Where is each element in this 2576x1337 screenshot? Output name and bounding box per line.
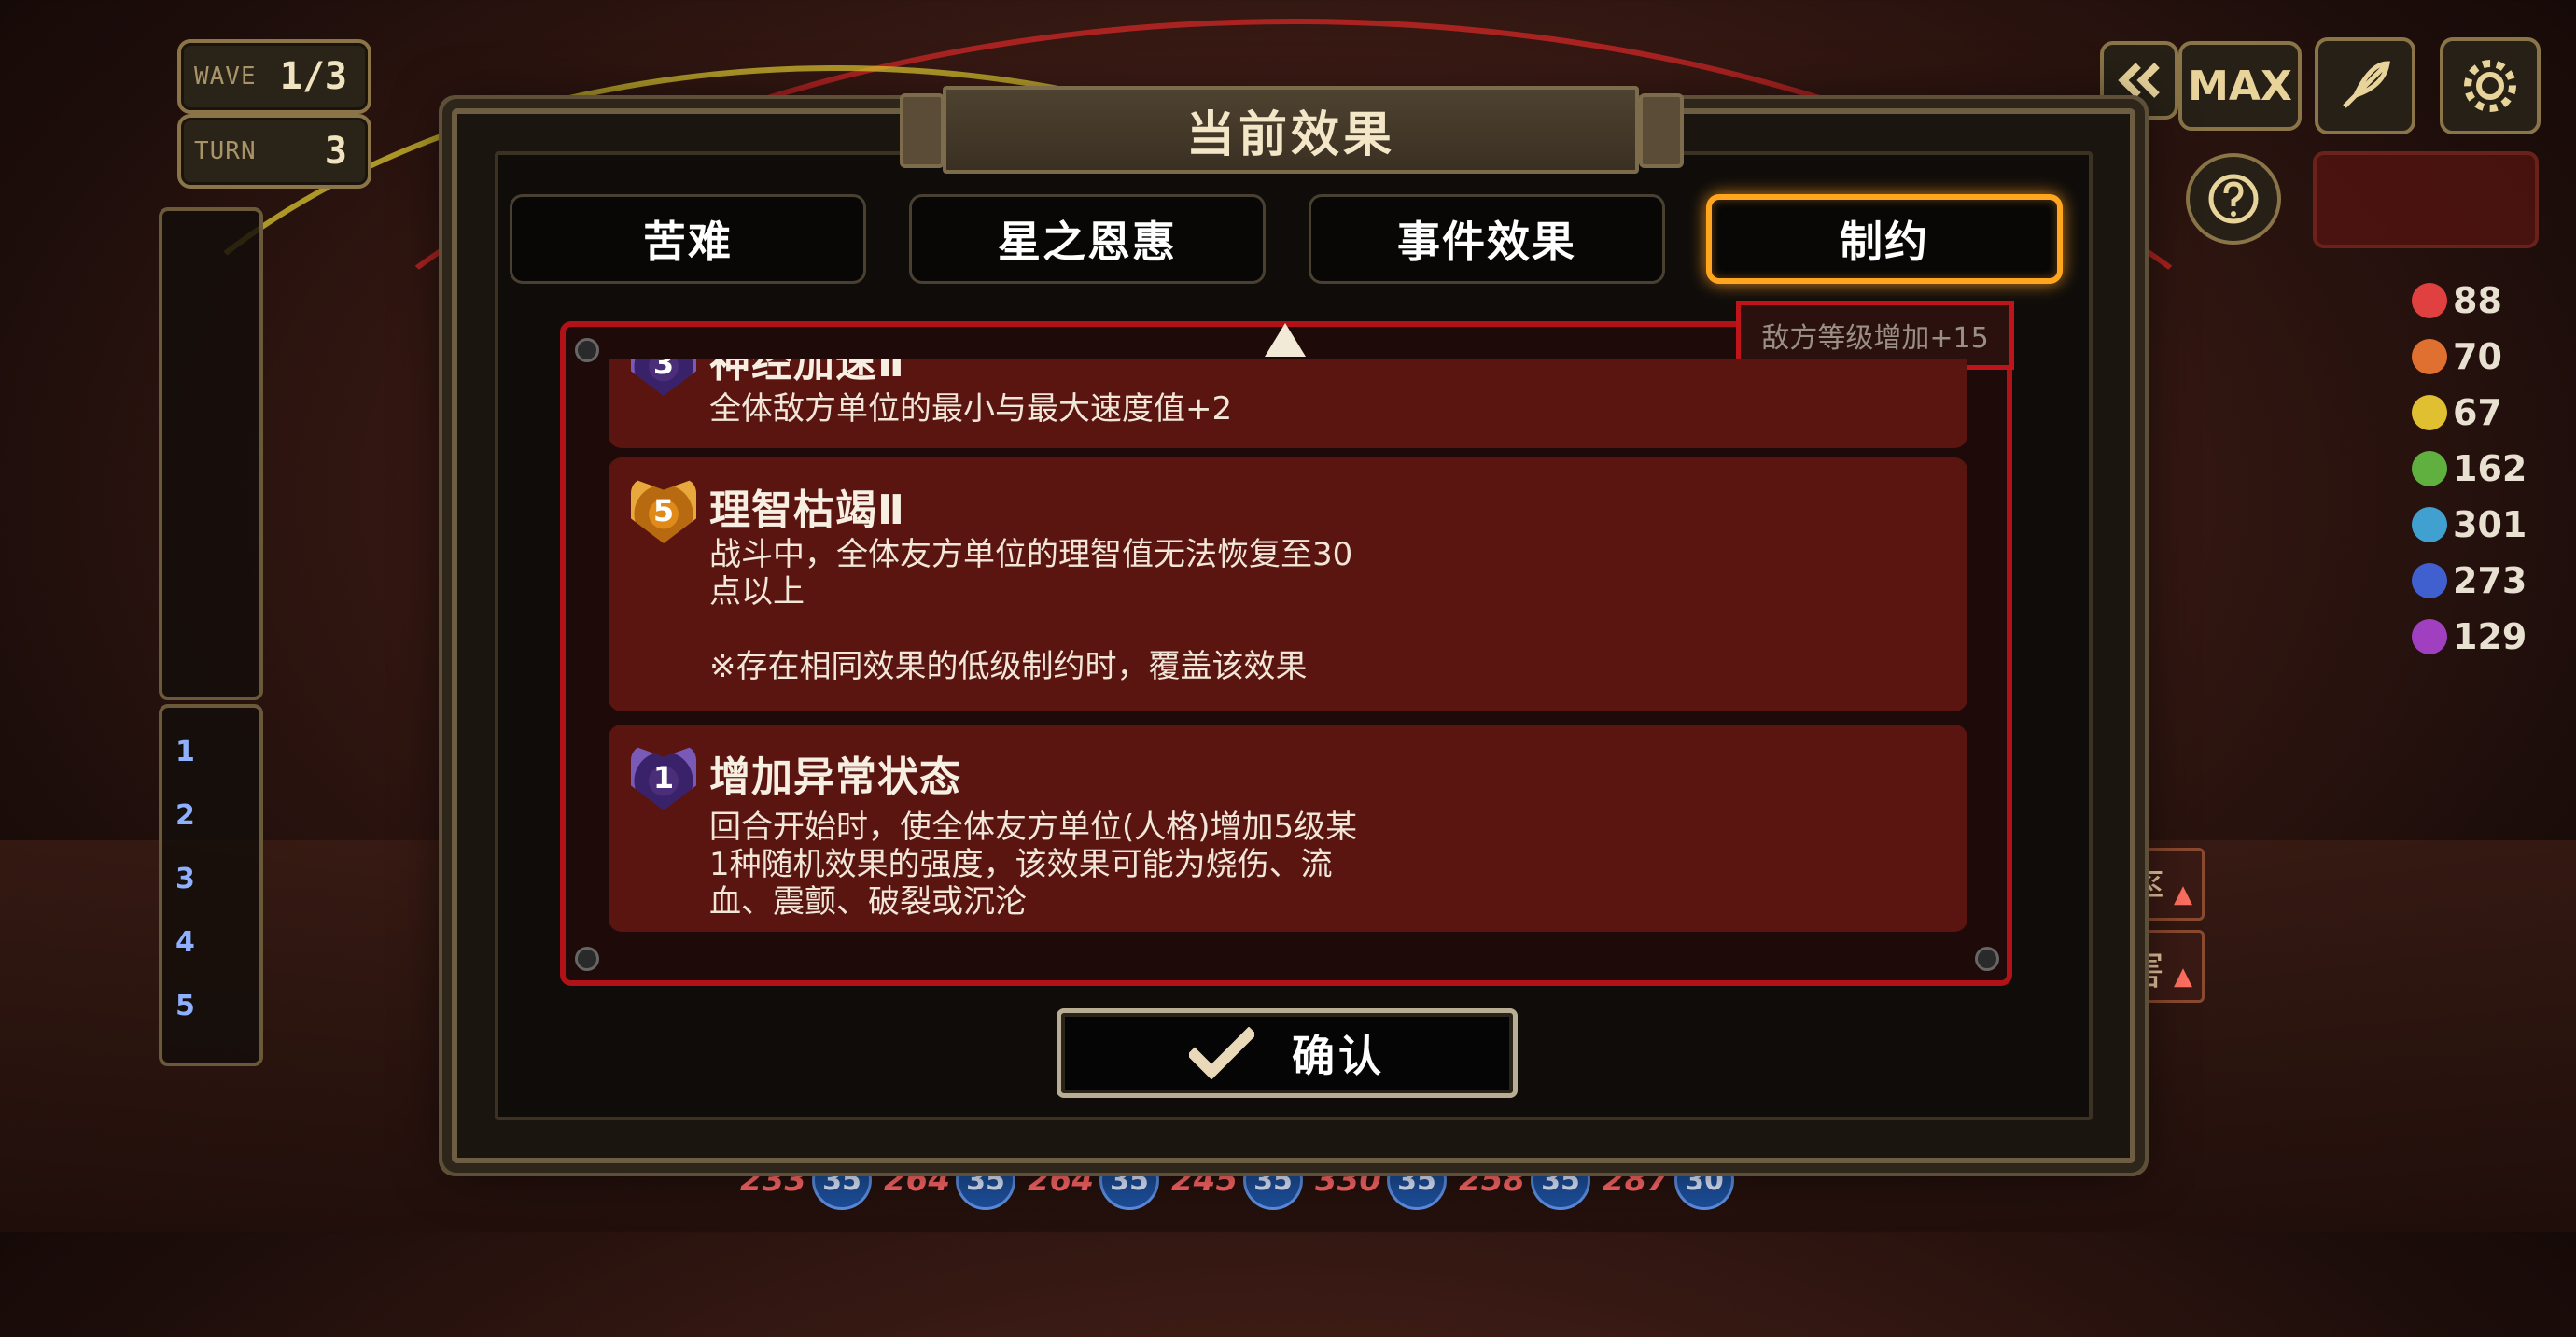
badge-level: 1 <box>652 760 675 795</box>
title-cap-left <box>900 93 945 168</box>
question-icon <box>2208 174 2259 224</box>
speed-label: MAX <box>2188 62 2292 110</box>
tab-label: 制约 <box>1840 217 1929 267</box>
resource-item: 162 <box>2412 441 2542 497</box>
unit-hp: 264 <box>884 1161 950 1199</box>
effect-card: 1 增加异常状态 回合开始时，使全体友方单位(人格)增加5级某 1种随机效果的强… <box>609 725 1967 932</box>
unit-hp: 330 <box>1315 1161 1381 1199</box>
rivet <box>575 338 599 362</box>
resource-item: 67 <box>2412 385 2542 441</box>
resource-value: 88 <box>2453 280 2502 321</box>
effect-description: 全体敌方单位的最小与最大速度值+2 <box>709 390 1233 428</box>
restriction-level-badge-icon: 1 <box>631 745 696 810</box>
badge-level: 5 <box>652 493 675 528</box>
double-chevron-left-icon <box>2118 63 2160 98</box>
resource-icon <box>2412 619 2447 654</box>
resource-item: 273 <box>2412 553 2542 609</box>
resource-icon <box>2412 283 2447 318</box>
dialog-title: 当前效果 <box>943 86 1639 174</box>
confirm-button[interactable]: 确认 <box>1057 1008 1518 1098</box>
slot-number: 4 <box>175 926 195 959</box>
left-identity-panel <box>159 207 263 700</box>
gear-icon <box>2464 60 2516 112</box>
resource-value: 301 <box>2453 504 2527 545</box>
danger-indicator <box>2313 151 2539 248</box>
resource-item: 129 <box>2412 609 2542 665</box>
wave-label: WAVE <box>194 63 257 91</box>
checkmark-icon <box>1189 1027 1254 1079</box>
unit-hp: 287 <box>1603 1161 1669 1199</box>
effect-card-clip: 3 神经加速Ⅱ 全体敌方单位的最小与最大速度值+2 <box>609 359 1967 448</box>
resource-icon <box>2412 507 2447 542</box>
restriction-level-badge-icon: 3 <box>631 359 696 396</box>
turn-value: 3 <box>324 130 347 173</box>
speed-max-button[interactable]: MAX <box>2178 41 2302 131</box>
resource-list: 88 70 67 162 301 273 129 <box>2412 273 2542 665</box>
turn-counter: TURN 3 <box>177 114 371 189</box>
triangle-up-icon: ▲ <box>2174 880 2192 908</box>
confirm-label: 确认 <box>1292 1031 1385 1081</box>
slot-number: 5 <box>175 990 195 1022</box>
unit-hp: 264 <box>1028 1161 1094 1199</box>
tab-star-blessing[interactable]: 星之恩惠 <box>909 194 1266 284</box>
resource-item: 88 <box>2412 273 2542 329</box>
resource-icon <box>2412 451 2447 486</box>
title-cap-right <box>1639 93 1684 168</box>
feather-button[interactable] <box>2315 37 2415 134</box>
tab-event-effects[interactable]: 事件效果 <box>1309 194 1665 284</box>
unit-hp: 258 <box>1459 1161 1525 1199</box>
resource-item: 70 <box>2412 329 2542 385</box>
enemy-level-note-text: 敌方等级增加+15 <box>1761 322 1989 355</box>
feather-icon <box>2343 61 2390 108</box>
left-slot-panel: 1 2 3 4 5 <box>159 704 263 1066</box>
resource-value: 67 <box>2453 392 2502 433</box>
resource-value: 70 <box>2453 336 2502 377</box>
effect-title: 神经加速Ⅱ <box>709 359 905 387</box>
tab-restrictions[interactable]: 制约 <box>1706 194 2063 284</box>
tab-label: 事件效果 <box>1397 217 1576 267</box>
resource-value: 162 <box>2453 448 2527 489</box>
dialog-title-text: 当前效果 <box>1185 106 1395 163</box>
help-button[interactable] <box>2186 153 2281 245</box>
scroll-up-indicator-icon[interactable] <box>1265 323 1306 357</box>
slot-number: 3 <box>175 863 195 895</box>
restriction-level-badge-icon: 5 <box>631 478 696 543</box>
resource-value: 273 <box>2453 560 2527 601</box>
slot-number: 1 <box>175 736 195 768</box>
effect-title: 理智枯竭Ⅱ <box>709 486 905 534</box>
wave-value: 1/3 <box>279 55 347 98</box>
resource-icon <box>2412 339 2447 374</box>
effect-card: 5 理智枯竭Ⅱ 战斗中，全体友方单位的理智值无法恢复至30 点以上 ※存在相同效… <box>609 457 1967 711</box>
effect-description: 回合开始时，使全体友方单位(人格)增加5级某 1种随机效果的强度，该效果可能为烧… <box>709 809 1358 921</box>
rivet <box>1975 947 1999 971</box>
settings-button[interactable] <box>2440 37 2541 134</box>
unit-hp: 245 <box>1171 1161 1238 1199</box>
resource-icon <box>2412 563 2447 598</box>
wave-counter: WAVE 1/3 <box>177 39 371 114</box>
effect-card: 3 神经加速Ⅱ 全体敌方单位的最小与最大速度值+2 <box>609 359 1967 448</box>
tab-label: 苦难 <box>643 217 733 267</box>
resource-icon <box>2412 395 2447 430</box>
rivet <box>575 947 599 971</box>
effect-title: 增加异常状态 <box>709 753 961 801</box>
tab-label: 星之恩惠 <box>998 217 1177 267</box>
resource-item: 301 <box>2412 497 2542 553</box>
unit-hp: 233 <box>740 1161 806 1199</box>
slot-number: 2 <box>175 799 195 832</box>
triangle-up-icon: ▲ <box>2174 963 2192 991</box>
resource-value: 129 <box>2453 616 2527 657</box>
tab-suffering[interactable]: 苦难 <box>510 194 866 284</box>
badge-level: 3 <box>652 359 675 381</box>
effect-description: 战斗中，全体友方单位的理智值无法恢复至30 点以上 ※存在相同效果的低级制约时，… <box>709 536 1353 685</box>
turn-label: TURN <box>194 137 257 165</box>
